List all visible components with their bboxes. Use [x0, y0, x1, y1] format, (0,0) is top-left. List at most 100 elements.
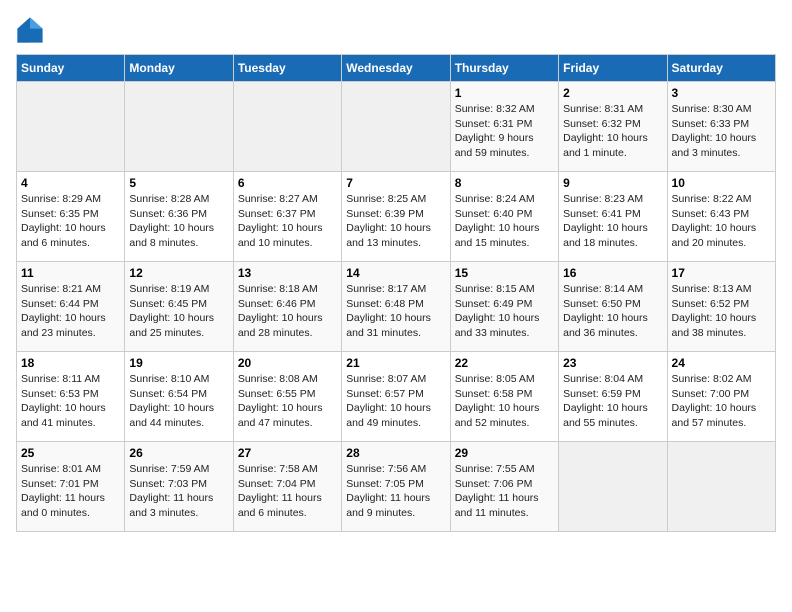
week-row-4: 18 Sunrise: 8:11 AM Sunset: 6:53 PM Dayli…: [17, 352, 776, 442]
day-number: 29: [455, 446, 554, 460]
day-number: 22: [455, 356, 554, 370]
day-cell: 7Sunrise: 8:25 AM Sunset: 6:39 PM Daylig…: [342, 172, 450, 262]
day-info: Sunrise: 8:15 AM Sunset: 6:49 PM Dayligh…: [455, 282, 554, 341]
day-info: Sunrise: 8:24 AM Sunset: 6:40 PM Dayligh…: [455, 192, 554, 251]
week-row-1: 1 Sunrise: 8:32 AM Sunset: 6:31 PM Daylig…: [17, 82, 776, 172]
day-info: Sunrise: 8:01 AM Sunset: 7:01 PM Dayligh…: [21, 462, 120, 521]
day-cell: 2 Sunrise: 8:31 AM Sunset: 6:32 PM Daylig…: [559, 82, 667, 172]
day-info: Sunrise: 8:10 AM Sunset: 6:54 PM Dayligh…: [129, 372, 228, 431]
day-cell: 24 Sunrise: 8:02 AM Sunset: 7:00 PM Dayli…: [667, 352, 775, 442]
week-row-5: 25 Sunrise: 8:01 AM Sunset: 7:01 PM Dayli…: [17, 442, 776, 532]
day-info: Sunrise: 8:31 AM Sunset: 6:32 PM Dayligh…: [563, 102, 662, 161]
day-cell: 3 Sunrise: 8:30 AM Sunset: 6:33 PM Daylig…: [667, 82, 775, 172]
day-cell: 29 Sunrise: 7:55 AM Sunset: 7:06 PM Dayli…: [450, 442, 558, 532]
day-number: 1: [455, 86, 554, 100]
day-info: Sunrise: 8:13 AM Sunset: 6:52 PM Dayligh…: [672, 282, 771, 341]
day-cell: 13 Sunrise: 8:18 AM Sunset: 6:46 PM Dayli…: [233, 262, 341, 352]
day-cell: 20Sunrise: 8:08 AM Sunset: 6:55 PM Dayli…: [233, 352, 341, 442]
column-header-monday: Monday: [125, 55, 233, 82]
day-number: 21: [346, 356, 445, 370]
day-cell: 11 Sunrise: 8:21 AM Sunset: 6:44 PM Dayli…: [17, 262, 125, 352]
header: [16, 16, 776, 44]
day-info: Sunrise: 8:11 AM Sunset: 6:53 PM Dayligh…: [21, 372, 120, 431]
day-number: 6: [238, 176, 337, 190]
day-cell: [125, 82, 233, 172]
calendar-header-row: SundayMondayTuesdayWednesdayThursdayFrid…: [17, 55, 776, 82]
day-number: 11: [21, 266, 120, 280]
day-cell: 5 Sunrise: 8:28 AM Sunset: 6:36 PM Daylig…: [125, 172, 233, 262]
day-number: 17: [672, 266, 771, 280]
day-info: Sunrise: 8:19 AM Sunset: 6:45 PM Dayligh…: [129, 282, 228, 341]
day-cell: 22 Sunrise: 8:05 AM Sunset: 6:58 PM Dayli…: [450, 352, 558, 442]
day-cell: [17, 82, 125, 172]
day-cell: [667, 442, 775, 532]
day-info: Sunrise: 8:32 AM Sunset: 6:31 PM Dayligh…: [455, 102, 554, 161]
day-info: Sunrise: 7:55 AM Sunset: 7:06 PM Dayligh…: [455, 462, 554, 521]
day-number: 16: [563, 266, 662, 280]
day-number: 23: [563, 356, 662, 370]
day-cell: 16 Sunrise: 8:14 AM Sunset: 6:50 PM Dayli…: [559, 262, 667, 352]
day-info: Sunrise: 8:28 AM Sunset: 6:36 PM Dayligh…: [129, 192, 228, 251]
day-cell: [342, 82, 450, 172]
day-number: 15: [455, 266, 554, 280]
column-header-sunday: Sunday: [17, 55, 125, 82]
day-info: Sunrise: 8:14 AM Sunset: 6:50 PM Dayligh…: [563, 282, 662, 341]
day-cell: 26 Sunrise: 7:59 AM Sunset: 7:03 PM Dayli…: [125, 442, 233, 532]
day-cell: 21 Sunrise: 8:07 AM Sunset: 6:57 PM Dayli…: [342, 352, 450, 442]
day-number: 14: [346, 266, 445, 280]
day-info: Sunrise: 8:18 AM Sunset: 6:46 PM Dayligh…: [238, 282, 337, 341]
day-info: Sunrise: 8:07 AM Sunset: 6:57 PM Dayligh…: [346, 372, 445, 431]
day-number: 3: [672, 86, 771, 100]
day-cell: 8Sunrise: 8:24 AM Sunset: 6:40 PM Daylig…: [450, 172, 558, 262]
day-cell: 19 Sunrise: 8:10 AM Sunset: 6:54 PM Dayli…: [125, 352, 233, 442]
day-cell: 18 Sunrise: 8:11 AM Sunset: 6:53 PM Dayli…: [17, 352, 125, 442]
day-number: 28: [346, 446, 445, 460]
logo: [16, 16, 48, 44]
day-number: 2: [563, 86, 662, 100]
day-number: 10: [672, 176, 771, 190]
day-info: Sunrise: 8:22 AM Sunset: 6:43 PM Dayligh…: [672, 192, 771, 251]
day-info: Sunrise: 7:58 AM Sunset: 7:04 PM Dayligh…: [238, 462, 337, 521]
day-info: Sunrise: 7:59 AM Sunset: 7:03 PM Dayligh…: [129, 462, 228, 521]
day-number: 18: [21, 356, 120, 370]
day-cell: 14 Sunrise: 8:17 AM Sunset: 6:48 PM Dayli…: [342, 262, 450, 352]
day-info: Sunrise: 8:05 AM Sunset: 6:58 PM Dayligh…: [455, 372, 554, 431]
day-info: Sunrise: 8:25 AM Sunset: 6:39 PM Dayligh…: [346, 192, 445, 251]
day-info: Sunrise: 8:29 AM Sunset: 6:35 PM Dayligh…: [21, 192, 120, 251]
day-cell: 25 Sunrise: 8:01 AM Sunset: 7:01 PM Dayli…: [17, 442, 125, 532]
day-number: 9: [563, 176, 662, 190]
week-row-3: 11 Sunrise: 8:21 AM Sunset: 6:44 PM Dayli…: [17, 262, 776, 352]
day-cell: 4 Sunrise: 8:29 AM Sunset: 6:35 PM Daylig…: [17, 172, 125, 262]
day-info: Sunrise: 8:08 AM Sunset: 6:55 PM Dayligh…: [238, 372, 337, 431]
day-info: Sunrise: 8:21 AM Sunset: 6:44 PM Dayligh…: [21, 282, 120, 341]
day-number: 12: [129, 266, 228, 280]
day-number: 27: [238, 446, 337, 460]
day-cell: 1 Sunrise: 8:32 AM Sunset: 6:31 PM Daylig…: [450, 82, 558, 172]
day-number: 19: [129, 356, 228, 370]
day-cell: [559, 442, 667, 532]
day-cell: [233, 82, 341, 172]
day-info: Sunrise: 8:02 AM Sunset: 7:00 PM Dayligh…: [672, 372, 771, 431]
day-cell: 9 Sunrise: 8:23 AM Sunset: 6:41 PM Daylig…: [559, 172, 667, 262]
day-cell: 15 Sunrise: 8:15 AM Sunset: 6:49 PM Dayli…: [450, 262, 558, 352]
day-number: 4: [21, 176, 120, 190]
day-info: Sunrise: 8:30 AM Sunset: 6:33 PM Dayligh…: [672, 102, 771, 161]
day-info: Sunrise: 8:27 AM Sunset: 6:37 PM Dayligh…: [238, 192, 337, 251]
day-number: 5: [129, 176, 228, 190]
day-cell: 27 Sunrise: 7:58 AM Sunset: 7:04 PM Dayli…: [233, 442, 341, 532]
day-cell: 23 Sunrise: 8:04 AM Sunset: 6:59 PM Dayli…: [559, 352, 667, 442]
day-cell: 28 Sunrise: 7:56 AM Sunset: 7:05 PM Dayli…: [342, 442, 450, 532]
calendar-table: SundayMondayTuesdayWednesdayThursdayFrid…: [16, 54, 776, 532]
day-info: Sunrise: 8:17 AM Sunset: 6:48 PM Dayligh…: [346, 282, 445, 341]
day-number: 26: [129, 446, 228, 460]
day-info: Sunrise: 8:04 AM Sunset: 6:59 PM Dayligh…: [563, 372, 662, 431]
column-header-saturday: Saturday: [667, 55, 775, 82]
day-cell: 12 Sunrise: 8:19 AM Sunset: 6:45 PM Dayli…: [125, 262, 233, 352]
day-info: Sunrise: 8:23 AM Sunset: 6:41 PM Dayligh…: [563, 192, 662, 251]
day-info: Sunrise: 7:56 AM Sunset: 7:05 PM Dayligh…: [346, 462, 445, 521]
day-number: 13: [238, 266, 337, 280]
day-number: 25: [21, 446, 120, 460]
logo-icon: [16, 16, 44, 44]
day-number: 24: [672, 356, 771, 370]
column-header-friday: Friday: [559, 55, 667, 82]
